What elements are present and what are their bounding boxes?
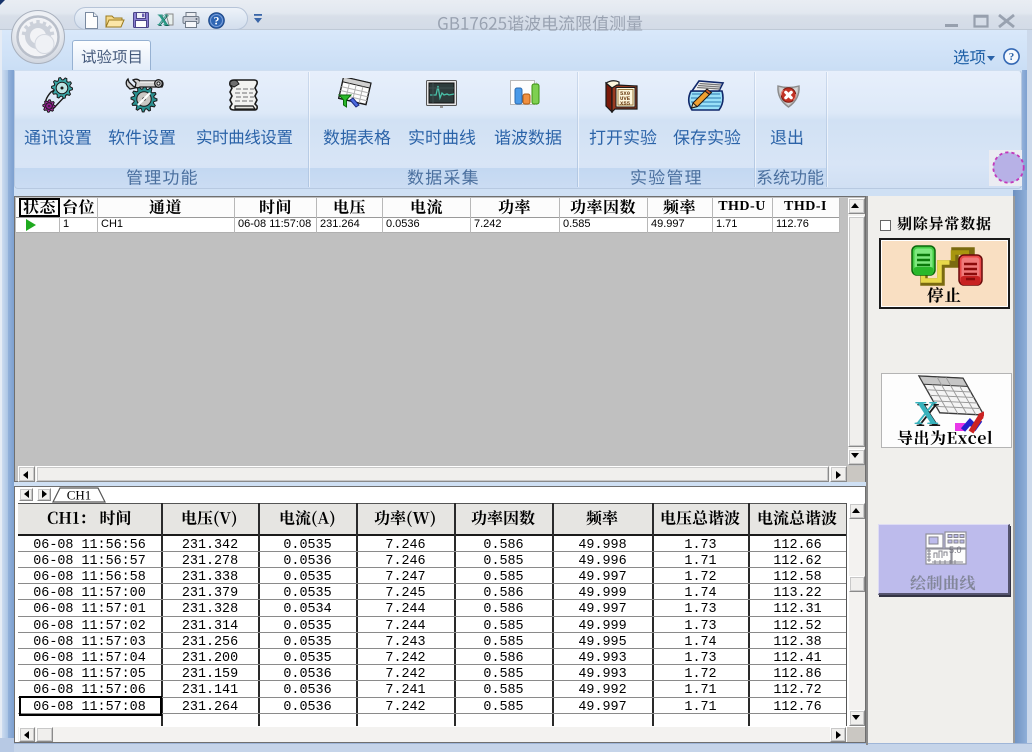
svg-text:X: X	[157, 12, 169, 28]
svg-text:?: ?	[1009, 51, 1015, 63]
svg-text:CH1: CH1	[67, 488, 92, 503]
svg-text:5.0: 5.0	[949, 545, 962, 555]
svg-text:X: X	[914, 395, 939, 432]
svg-text:?: ?	[214, 16, 220, 28]
svg-text:X55: X55	[620, 100, 631, 107]
